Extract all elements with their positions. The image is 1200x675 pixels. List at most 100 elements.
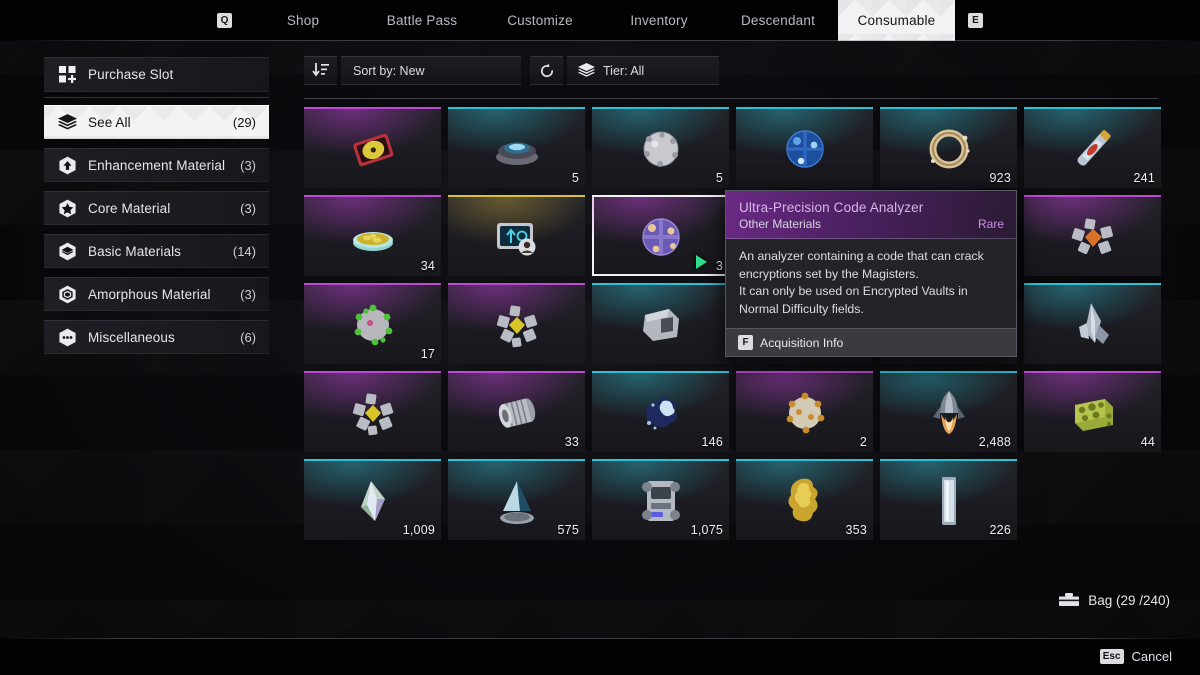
item-quantity: 1,009: [402, 523, 435, 537]
sidebar-item-see-all[interactable]: See All (29): [44, 105, 269, 139]
red-vial-icon: [1065, 121, 1121, 177]
gold-geode-icon: [489, 297, 545, 353]
sidebar-item-label: Miscellaneous: [88, 329, 175, 345]
purchase-slot-label: Purchase Slot: [88, 67, 174, 82]
spiked-sphere-icon: [633, 121, 689, 177]
blue-crystal-icon: [1065, 297, 1121, 353]
sort-descending-icon: [312, 63, 329, 78]
item-cell[interactable]: 34: [304, 195, 441, 276]
acquisition-info-key: F: [738, 335, 753, 350]
item-quantity: 146: [701, 435, 723, 449]
green-sponge-icon: [1065, 385, 1121, 441]
item-cell[interactable]: [1024, 195, 1161, 276]
sidebar-item-count: (3): [240, 286, 256, 302]
item-cell[interactable]: [736, 107, 873, 188]
item-cell[interactable]: [304, 107, 441, 188]
item-cell[interactable]: 146: [592, 371, 729, 452]
gold-swirl-icon: [921, 121, 977, 177]
metal-chunk-icon: [633, 297, 689, 353]
item-cell[interactable]: 226: [880, 459, 1017, 540]
category-list: See All (29) Enhancement Material (3) Core M…: [44, 105, 269, 354]
sidebar-item-enhancement-material[interactable]: Enhancement Material (3): [44, 148, 269, 182]
sidebar-item-label: Basic Materials: [88, 243, 182, 259]
item-cell[interactable]: 5: [448, 107, 585, 188]
filter-toolbar: Sort by: New Tier: All: [304, 56, 719, 85]
item-quantity: 3: [715, 259, 723, 273]
sidebar-item-label: Core Material: [88, 200, 171, 216]
bag-capacity-indicator: Bag (29 /240): [1059, 592, 1170, 608]
tier-filter-dropdown[interactable]: Tier: All: [567, 56, 719, 85]
item-cell[interactable]: 5: [592, 107, 729, 188]
sidebar-item-basic-materials[interactable]: Basic Materials (14): [44, 234, 269, 268]
tooltip-subheader: Other Materials Rare: [739, 217, 1004, 231]
acquisition-info-button[interactable]: F Acquisition Info: [726, 328, 1016, 356]
item-cell[interactable]: 44: [1024, 371, 1161, 452]
acquisition-info-label: Acquisition Info: [760, 335, 844, 350]
bag-icon: [1059, 592, 1080, 608]
item-cell[interactable]: 3: [592, 195, 729, 276]
item-quantity: 44: [1140, 435, 1155, 449]
nav-tab-customize[interactable]: Customize: [492, 0, 588, 41]
sidebar-item-amorphous-material[interactable]: Amorphous Material (3): [44, 277, 269, 311]
nav-tab-descendant[interactable]: Descendant: [728, 0, 828, 41]
gold-nugget-icon: [777, 473, 833, 529]
refresh-button[interactable]: [530, 56, 563, 85]
purchase-slot-button[interactable]: Purchase Slot: [44, 57, 269, 98]
item-cell[interactable]: 33: [448, 371, 585, 452]
sort-direction-button[interactable]: [304, 56, 337, 85]
item-cell[interactable]: 353: [736, 459, 873, 540]
nav-tab-label: Inventory: [630, 13, 688, 28]
nav-tab-inventory[interactable]: Inventory: [611, 0, 707, 41]
item-cell[interactable]: 1,075: [592, 459, 729, 540]
blue-orb-icon: [777, 121, 833, 177]
item-quantity: 1,075: [690, 523, 723, 537]
red-case-icon: [345, 121, 401, 177]
sidebar-item-core-material[interactable]: Core Material (3): [44, 191, 269, 225]
item-tooltip: Ultra-Precision Code Analyzer Other Mate…: [725, 190, 1017, 357]
sidebar-item-label: Enhancement Material: [88, 157, 226, 173]
tooltip-item-name: Ultra-Precision Code Analyzer: [739, 200, 924, 215]
nav-prev-key[interactable]: Q: [217, 13, 232, 28]
dots-icon: [57, 327, 78, 348]
item-cell[interactable]: [1024, 283, 1161, 364]
orange-geode-icon: [1065, 209, 1121, 265]
sort-by-dropdown[interactable]: Sort by: New: [341, 56, 521, 85]
sidebar-item-miscellaneous[interactable]: Miscellaneous (6): [44, 320, 269, 354]
item-quantity: 241: [1133, 171, 1155, 185]
item-cell[interactable]: 241: [1024, 107, 1161, 188]
item-cell[interactable]: 17: [304, 283, 441, 364]
item-quantity: 17: [420, 347, 435, 361]
item-cell[interactable]: [448, 195, 585, 276]
bag-capacity-label: Bag (29 /240): [1088, 592, 1170, 608]
sidebar-item-count: (14): [232, 243, 256, 259]
nav-tab-shop[interactable]: Shop: [255, 0, 351, 41]
nav-tab-label: Descendant: [740, 13, 816, 28]
item-cell[interactable]: [448, 283, 585, 364]
cancel-key[interactable]: Esc: [1099, 649, 1124, 664]
add-slot-icon: [57, 64, 78, 85]
item-cell[interactable]: 923: [880, 107, 1017, 188]
amorphous-icon: [57, 284, 78, 305]
item-cell[interactable]: 2: [736, 371, 873, 452]
prism-shard-icon: [345, 473, 401, 529]
sort-by-value: Sort by: New: [353, 63, 425, 78]
cancel-label: Cancel: [1131, 649, 1172, 664]
layers-icon: [578, 62, 595, 79]
sidebar-item-label: Amorphous Material: [88, 286, 211, 302]
id-card-icon: [489, 209, 545, 265]
item-quantity: 353: [845, 523, 867, 537]
item-cell[interactable]: 1,009: [304, 459, 441, 540]
nav-tab-label: Battle Pass: [386, 13, 458, 28]
gold-geode-icon: [345, 385, 401, 441]
nav-next-key[interactable]: E: [968, 13, 983, 28]
nav-tab-label: Shop: [286, 13, 320, 28]
nav-tab-consumable[interactable]: Consumable: [838, 0, 955, 41]
blue-pyramid-icon: [489, 473, 545, 529]
item-cell[interactable]: [304, 371, 441, 452]
item-cell[interactable]: 2,488: [880, 371, 1017, 452]
nav-tab-label: Consumable: [857, 13, 936, 28]
item-cell[interactable]: 575: [448, 459, 585, 540]
item-cell[interactable]: [592, 283, 729, 364]
nav-tab-battle-pass[interactable]: Battle Pass: [369, 0, 475, 41]
refresh-icon: [539, 63, 555, 79]
